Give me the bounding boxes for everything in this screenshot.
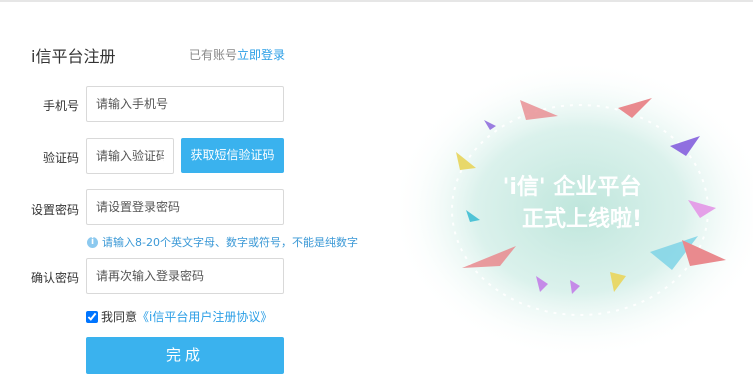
promo-graphic: 'i信' 企业平台 正式上线啦! <box>400 60 753 360</box>
phone-input[interactable] <box>86 86 284 122</box>
agree-text: 我同意 <box>101 310 138 324</box>
promo-line-2: 正式上线啦! <box>522 206 642 232</box>
agreement-row: 我同意 《i信平台用户注册协议》 <box>86 308 272 325</box>
agree-checkbox[interactable] <box>86 310 98 323</box>
get-sms-code-button[interactable]: 获取短信验证码 <box>181 138 284 173</box>
password-label: 设置密码 <box>30 203 79 217</box>
top-divider <box>0 0 753 2</box>
info-icon: i <box>87 236 98 248</box>
login-link[interactable]: 立即登录 <box>237 48 285 62</box>
code-label: 验证码 <box>42 151 79 165</box>
promo-line-1: 'i信' 企业平台 <box>503 174 642 200</box>
page-title: i信平台注册 <box>31 47 116 66</box>
promo-banner: 'i信' 企业平台 正式上线啦! <box>400 60 753 392</box>
password-hint-text: 请输入8-20个英文字母、数字或符号，不能是纯数字 <box>102 236 358 249</box>
login-prompt: 已有账号立即登录 <box>189 46 285 63</box>
have-account-text: 已有账号 <box>189 48 238 62</box>
password-hint: i 请输入8-20个英文字母、数字或符号，不能是纯数字 <box>87 234 358 250</box>
code-input[interactable] <box>86 138 174 174</box>
password-input[interactable] <box>86 189 284 225</box>
confirm-password-input[interactable] <box>86 258 284 294</box>
submit-button[interactable]: 完成 <box>86 337 284 374</box>
phone-label: 手机号 <box>42 99 79 113</box>
confirm-label: 确认密码 <box>30 271 79 285</box>
agreement-link[interactable]: 《i信平台用户注册协议》 <box>137 308 272 325</box>
